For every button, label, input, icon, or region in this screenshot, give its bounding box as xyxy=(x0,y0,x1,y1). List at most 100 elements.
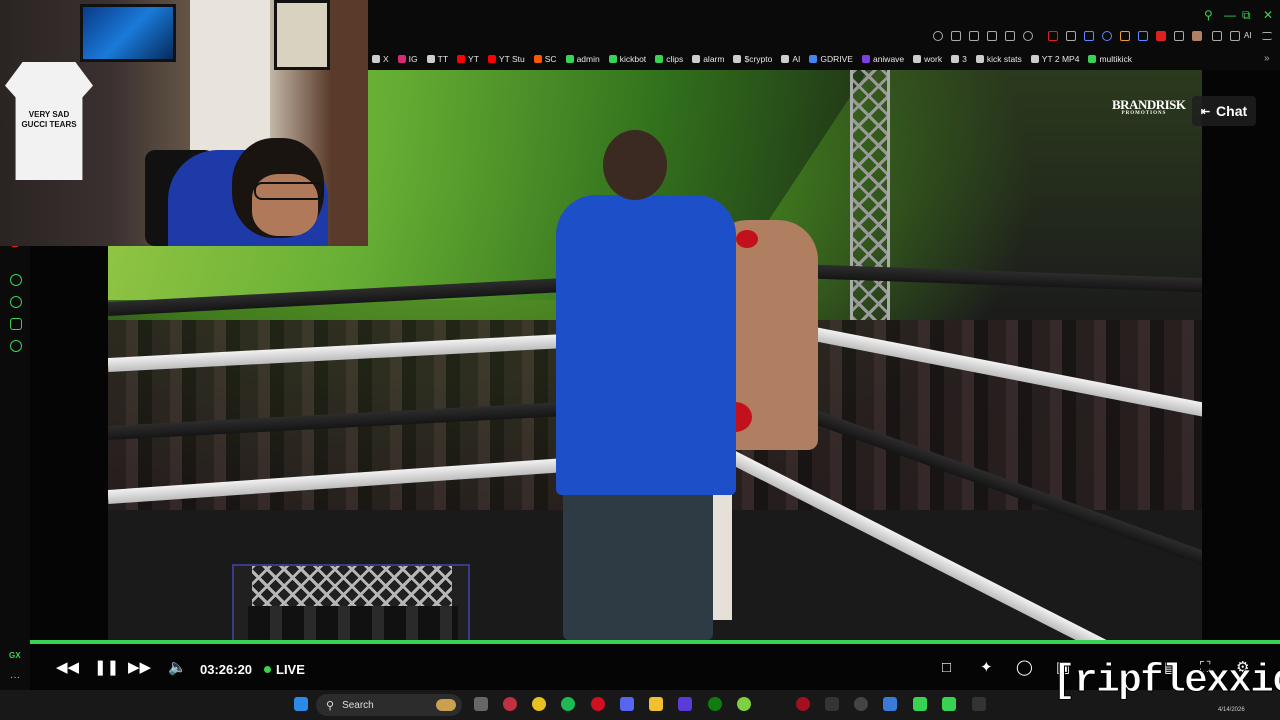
ai-icon[interactable] xyxy=(1230,31,1240,41)
chatgpt-icon[interactable] xyxy=(854,697,868,711)
menu-icon[interactable] xyxy=(1262,32,1272,40)
bookmark-label: YT Stu xyxy=(498,54,525,64)
discord-icon[interactable] xyxy=(620,697,634,711)
bookmark-item[interactable]: work xyxy=(913,54,942,64)
bookmark-item[interactable]: IG xyxy=(397,54,418,64)
bookmark-label: $crypto xyxy=(744,54,773,64)
progress-bar[interactable] xyxy=(30,640,1280,644)
bookmark-item[interactable]: clips xyxy=(655,54,683,64)
bookmarks-overflow-icon[interactable]: » xyxy=(1264,53,1270,64)
extensions-icon[interactable] xyxy=(10,318,22,330)
app-icon[interactable] xyxy=(972,697,986,711)
bookmark-item[interactable]: 3 xyxy=(951,54,967,64)
search-icon: ⚲ xyxy=(326,699,335,712)
bookmark-item[interactable]: admin xyxy=(565,54,600,64)
bookmark-label: YT xyxy=(468,54,479,64)
picture-frame xyxy=(274,0,330,70)
bookmark-item[interactable]: X xyxy=(372,54,389,64)
chat-button[interactable]: ⇤ Chat xyxy=(1192,96,1256,126)
bookmark-item[interactable]: kick stats xyxy=(975,54,1022,64)
clip-icon[interactable]: □ xyxy=(942,660,951,675)
forward-icon[interactable]: ▶▶ xyxy=(128,660,151,675)
gx-label[interactable]: GX xyxy=(9,651,21,660)
app-icon[interactable] xyxy=(678,697,692,711)
avatar[interactable] xyxy=(1192,31,1202,41)
close-icon[interactable]: ✕ xyxy=(1263,8,1273,22)
app-icon[interactable] xyxy=(913,697,927,711)
app-icon[interactable] xyxy=(942,697,956,711)
bookmark-label: GDRIVE xyxy=(820,54,853,64)
speed-icon[interactable]: ◯ xyxy=(1016,660,1033,675)
file-explorer-icon[interactable] xyxy=(649,697,663,711)
download-icon[interactable] xyxy=(1212,31,1222,41)
extension-icon[interactable] xyxy=(1120,31,1130,41)
app-icon[interactable] xyxy=(737,697,751,711)
ai-label[interactable]: AI xyxy=(1244,31,1252,40)
extension-icon[interactable] xyxy=(1102,31,1112,41)
bookmark-item[interactable]: SC xyxy=(533,54,557,64)
task-view-icon[interactable] xyxy=(474,697,488,711)
restore-icon[interactable]: ⧉ xyxy=(1242,8,1251,23)
bookmark-label: TT xyxy=(437,54,449,64)
search-icon[interactable]: ⚲ xyxy=(1204,8,1213,22)
bookmark-item[interactable]: YT 2 MP4 xyxy=(1030,54,1080,64)
opera-gx-icon[interactable] xyxy=(503,697,517,711)
rewind-icon[interactable]: ◀◀ xyxy=(56,660,79,675)
opera-icon[interactable] xyxy=(591,697,605,711)
extension-badge-icon[interactable] xyxy=(1048,31,1058,41)
bookmark-item[interactable]: AI xyxy=(781,54,800,64)
boxing-glove xyxy=(736,230,758,248)
bookmark-icon xyxy=(487,55,496,63)
chrome-icon[interactable] xyxy=(532,697,546,711)
taskbar-search[interactable]: ⚲ Search xyxy=(316,694,462,716)
extension-icon[interactable] xyxy=(1174,31,1184,41)
extension-icon[interactable] xyxy=(1156,31,1166,41)
bookmark-item[interactable]: aniwave xyxy=(861,54,904,64)
lighting-truss xyxy=(850,70,890,320)
extension-icon[interactable] xyxy=(1084,31,1094,41)
spotify-icon[interactable] xyxy=(561,697,575,711)
live-badge[interactable]: LIVE xyxy=(264,662,305,677)
bookmark-icon xyxy=(733,55,742,63)
bookmark-icon xyxy=(1088,55,1097,63)
bookmark-label: kick stats xyxy=(986,54,1022,64)
bookmark-item[interactable]: TT xyxy=(426,54,449,64)
bookmark-item[interactable]: YT Stu xyxy=(487,54,525,64)
app-icon[interactable] xyxy=(796,697,810,711)
bookmark-item[interactable]: multikick xyxy=(1088,54,1132,64)
search-highlight-icon xyxy=(436,699,456,711)
windows-start-icon[interactable] xyxy=(294,697,308,711)
bookmark-icon xyxy=(781,55,790,63)
settings-icon[interactable] xyxy=(10,340,22,352)
bookmark-icon[interactable] xyxy=(951,31,961,41)
shield-icon[interactable] xyxy=(987,31,997,41)
pip-people xyxy=(248,606,458,640)
bookmark-label: YT 2 MP4 xyxy=(1041,54,1080,64)
bookmark-item[interactable]: kickbot xyxy=(608,54,646,64)
extension-icon[interactable] xyxy=(1138,31,1148,41)
extension-icon[interactable] xyxy=(1066,31,1076,41)
heart-icon[interactable] xyxy=(1023,31,1033,41)
bookmark-item[interactable]: alarm xyxy=(692,54,724,64)
pause-icon[interactable]: ❚❚ xyxy=(94,660,119,675)
highlight-icon[interactable]: ✦ xyxy=(980,660,993,675)
minimize-icon[interactable]: — xyxy=(1224,8,1236,22)
picture-in-picture xyxy=(232,564,470,640)
bookmark-item[interactable]: $crypto xyxy=(733,54,772,64)
bookmark-item[interactable]: YT xyxy=(457,54,479,64)
browser-toolbar: AI ⚲ — ⧉ ✕ xyxy=(368,0,1280,48)
xbox-icon[interactable] xyxy=(708,697,722,711)
brand-main: BRANDRISK xyxy=(1112,97,1186,112)
door xyxy=(190,0,270,160)
bookmark-item[interactable]: GDRIVE xyxy=(809,54,853,64)
snapshot-icon[interactable] xyxy=(969,31,979,41)
play-icon[interactable] xyxy=(1005,31,1015,41)
volume-icon[interactable]: 🔈 xyxy=(168,660,187,675)
history-icon[interactable] xyxy=(10,296,22,308)
bookmark-icon xyxy=(975,55,984,63)
more-icon[interactable]: ··· xyxy=(10,672,20,683)
capcut-icon[interactable] xyxy=(825,697,839,711)
player-icon[interactable] xyxy=(10,274,22,286)
zoom-icon[interactable] xyxy=(933,31,943,41)
app-icon[interactable] xyxy=(883,697,897,711)
